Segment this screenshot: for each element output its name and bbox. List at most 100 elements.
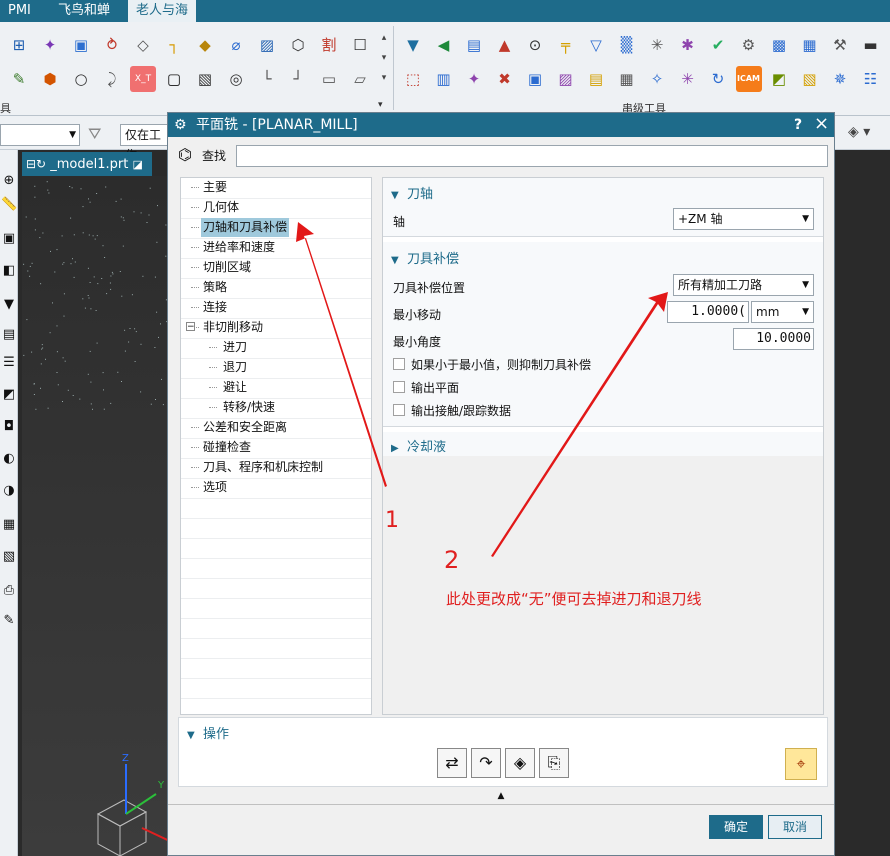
tree-item[interactable]: 策略 xyxy=(181,278,371,299)
list-icon[interactable]: ☰ xyxy=(1,354,17,372)
tab-feiniao[interactable]: 飞鸟和蝉 xyxy=(50,0,118,22)
ok-button[interactable]: 确定 xyxy=(709,815,763,839)
tree-item[interactable]: 转移/快速 xyxy=(181,398,371,419)
tool-axis-header[interactable]: ▼ 刀轴 xyxy=(391,183,433,202)
ribbon-tool-icon[interactable]: ✵ xyxy=(827,66,853,92)
min-angle-input[interactable]: 10.0000 xyxy=(733,328,814,350)
tree-item[interactable]: 避让 xyxy=(181,378,371,399)
ribbon-tool-icon[interactable]: ▱ xyxy=(347,66,373,92)
replay-button[interactable]: ↷ xyxy=(471,748,501,778)
ribbon-tool-icon[interactable]: ▤ xyxy=(583,66,609,92)
suppress-comp-checkbox[interactable] xyxy=(393,358,405,370)
tree-item[interactable]: 刀具、程序和机床控制 xyxy=(181,458,371,479)
verify-button[interactable]: ◈ xyxy=(505,748,535,778)
ribbon-tool-icon[interactable]: ⌀ xyxy=(223,32,249,58)
list-button[interactable]: ⎘ xyxy=(539,748,569,778)
ribbon-tool-icon[interactable]: ⬢ xyxy=(37,66,63,92)
ribbon-tool-icon[interactable]: ⚙ xyxy=(736,32,762,58)
ribbon-tool-icon[interactable]: ☐ xyxy=(347,32,373,58)
collapse-icon[interactable]: − xyxy=(186,322,195,332)
operation-header[interactable]: ▼ 操作 xyxy=(187,723,229,742)
ribbon-tool-icon[interactable]: ✖ xyxy=(492,66,518,92)
ribbon-tool-icon[interactable]: ▩ xyxy=(766,32,792,58)
ruler-icon[interactable]: 📏 xyxy=(1,196,17,214)
ribbon-tool-icon[interactable]: ◀ xyxy=(431,32,457,58)
ribbon-tool-icon[interactable]: ▭ xyxy=(316,66,342,92)
tool-icon[interactable]: ▼ xyxy=(1,296,17,314)
ribbon-tool-icon[interactable]: ╤ xyxy=(553,32,579,58)
tree-item[interactable]: 选项 xyxy=(181,478,371,499)
navigator-icon[interactable]: ⊕ xyxy=(1,172,17,190)
tab-pmi[interactable]: PMI xyxy=(0,0,39,22)
ribbon-tool-icon[interactable]: ⬚ xyxy=(400,66,426,92)
ribbon-tool-icon[interactable]: ▼ xyxy=(400,32,426,58)
ribbon-tool-icon[interactable]: ○ xyxy=(68,66,94,92)
assembly-icon[interactable]: ▣ xyxy=(1,230,17,248)
ribbon-scroll[interactable]: ▴ ▾ ▾ xyxy=(378,28,390,88)
ribbon-tool-icon[interactable]: ▨ xyxy=(553,66,579,92)
ribbon-tool-icon[interactable]: ✱ xyxy=(675,32,701,58)
layer-icon[interactable]: ◩ xyxy=(1,386,17,404)
ribbon-tool-icon[interactable]: ┘ xyxy=(285,66,311,92)
toggle-display-button[interactable]: ⌖ xyxy=(785,748,817,780)
ribbon-tool-icon[interactable]: ▒ xyxy=(614,32,640,58)
ribbon-tool-icon[interactable]: ▲ xyxy=(492,32,518,58)
ribbon-tool-icon[interactable]: ▨ xyxy=(254,32,280,58)
collapse-arrow-icon[interactable]: ▲ xyxy=(168,791,834,805)
history-icon[interactable]: ▤ xyxy=(1,326,17,344)
tree-item[interactable]: 进给率和速度 xyxy=(181,238,371,259)
ribbon-tool-icon[interactable]: ▢ xyxy=(161,66,187,92)
help-button[interactable]: ? xyxy=(794,113,802,137)
ribbon-tool-icon[interactable]: ICAM xyxy=(735,66,762,92)
part-icon[interactable]: ◧ xyxy=(1,262,17,280)
ribbon-tool-icon[interactable]: ▧ xyxy=(192,66,218,92)
tree-item[interactable]: 几何体 xyxy=(181,198,371,219)
cutter-comp-header[interactable]: ▼ 刀具补偿 xyxy=(391,248,459,267)
tree-item[interactable]: 刀轴和刀具补偿 xyxy=(181,218,371,239)
graphics-window[interactable]: Z Y xyxy=(22,176,172,856)
roles-icon[interactable]: ▦ xyxy=(1,516,17,534)
ribbon-tool-icon[interactable]: X_T xyxy=(130,66,156,92)
tab-laoren[interactable]: 老人与海 xyxy=(128,0,197,24)
ribbon-tool-icon[interactable]: ▤ xyxy=(461,32,487,58)
ribbon-tool-icon[interactable]: ✦ xyxy=(37,32,63,58)
ribbon-tool-icon[interactable]: ✎ xyxy=(6,66,32,92)
palette-icon[interactable]: ◐ xyxy=(1,450,17,468)
ribbon-tool-icon[interactable]: ✦ xyxy=(461,66,487,92)
ribbon-tool-icon[interactable]: ⥁ xyxy=(99,32,125,58)
ribbon-tool-icon[interactable]: ┐ xyxy=(161,32,187,58)
reuse-icon[interactable]: ✎ xyxy=(1,612,17,630)
min-move-unit-dropdown[interactable]: mm ▼ xyxy=(751,301,814,323)
ribbon-tool-icon[interactable]: ⬡ xyxy=(285,32,311,58)
ribbon-tool-icon[interactable]: ✧ xyxy=(644,66,670,92)
dialog-titlebar[interactable]: ⚙ 平面铣 - [PLANAR_MILL] ? × xyxy=(168,113,834,137)
ribbon-tool-icon[interactable]: 割 xyxy=(316,32,342,58)
axis-dropdown[interactable]: +ZM 轴 ▼ xyxy=(673,208,814,230)
ribbon-tool-icon[interactable]: ▦ xyxy=(797,32,823,58)
ribbon-tool-icon[interactable]: ▬ xyxy=(858,32,884,58)
ribbon-tool-icon[interactable]: ▣ xyxy=(522,66,548,92)
ribbon-tool-icon[interactable]: ✳ xyxy=(644,32,670,58)
comp-position-dropdown[interactable]: 所有精加工刀路 ▼ xyxy=(673,274,814,296)
scope-filter-dropdown[interactable]: 仅在工作 xyxy=(120,124,170,162)
tree-item[interactable]: 连接 xyxy=(181,298,371,319)
tree-item[interactable]: 进刀 xyxy=(181,338,371,359)
coolant-header[interactable]: ▶ 冷却液 xyxy=(391,436,446,455)
ribbon-tool-icon[interactable]: ✳ xyxy=(675,66,701,92)
ribbon-tool-icon[interactable]: ◎ xyxy=(223,66,249,92)
type-filter-dropdown[interactable]: ▼ xyxy=(0,124,80,146)
ribbon-tool-icon[interactable]: └ xyxy=(254,66,280,92)
tree-item[interactable]: 碰撞检查 xyxy=(181,438,371,459)
close-button[interactable]: × xyxy=(814,112,829,136)
ribbon-tool-icon[interactable]: ◇ xyxy=(130,32,156,58)
ribbon-tool-icon[interactable]: ⚒ xyxy=(827,32,853,58)
tree-item[interactable]: 退刀 xyxy=(181,358,371,379)
ribbon-tool-icon[interactable]: ⊙ xyxy=(522,32,548,58)
ribbon-tool-icon[interactable]: ▦ xyxy=(614,66,640,92)
tree-item[interactable]: 切削区域 xyxy=(181,258,371,279)
ribbon-tool-icon[interactable]: ▥ xyxy=(431,66,457,92)
tree-item[interactable]: 主要 xyxy=(181,178,371,199)
ribbon-tool-icon[interactable]: ⊞ xyxy=(6,32,32,58)
gear-icon[interactable]: ⚙ xyxy=(174,113,187,137)
clock-icon[interactable]: ◑ xyxy=(1,482,17,500)
